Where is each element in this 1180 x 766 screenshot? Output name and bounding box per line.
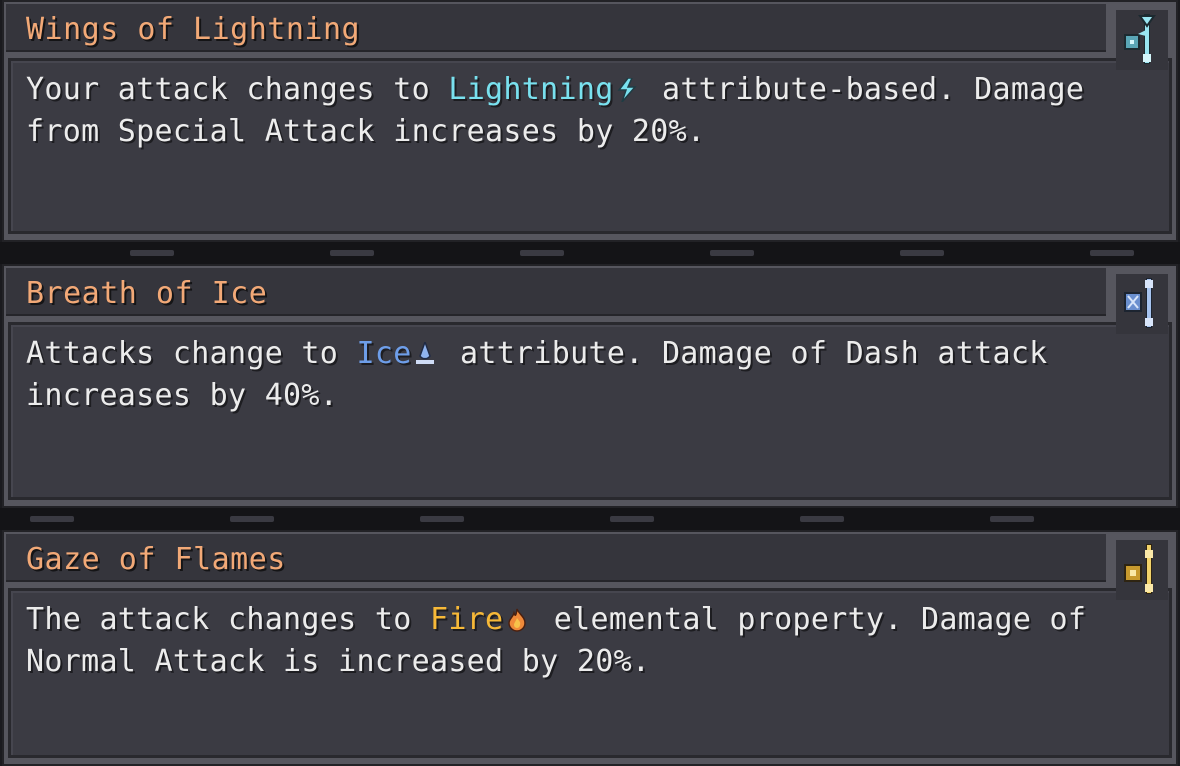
card-title: Wings of Lightning xyxy=(26,12,361,47)
flame-gaze-rune-icon xyxy=(1116,540,1168,600)
divider-notch xyxy=(990,516,1034,522)
divider-notch xyxy=(30,516,74,522)
card-title: Breath of Ice xyxy=(26,276,268,311)
card-description: Attacks change to Ice attribute. Damage … xyxy=(26,334,1106,415)
ice-breath-rune-icon xyxy=(1116,274,1168,334)
desc-text-before: Attacks change to xyxy=(26,336,357,371)
lightning-bolt-icon xyxy=(616,73,638,112)
card-divider xyxy=(0,242,1180,264)
ice-drop-icon xyxy=(414,337,436,376)
card-breath-of-ice[interactable]: Breath of Ice Attacks change to Ice attr… xyxy=(0,264,1180,508)
upgrade-card-list: Wings of Lightning Your attack changes t… xyxy=(0,0,1180,766)
desc-text-before: The attack changes to xyxy=(26,602,430,637)
divider-notch xyxy=(420,516,464,522)
divider-notch xyxy=(130,250,174,256)
card-description: Your attack changes to Lightning attribu… xyxy=(26,70,1106,151)
fire-flame-icon xyxy=(505,603,529,642)
divider-notch xyxy=(330,250,374,256)
card-description: The attack changes to Fire elemental pro… xyxy=(26,600,1106,681)
keyword-fire: Fire xyxy=(429,602,504,637)
card-title: Gaze of Flames xyxy=(26,542,286,577)
card-divider xyxy=(0,508,1180,530)
keyword-lightning: Lightning xyxy=(448,72,614,107)
keyword-ice: Ice xyxy=(356,336,412,371)
card-wings-of-lightning[interactable]: Wings of Lightning Your attack changes t… xyxy=(0,0,1180,242)
divider-notch xyxy=(230,516,274,522)
desc-text-before: Your attack changes to xyxy=(26,72,449,107)
divider-notch xyxy=(710,250,754,256)
divider-notch xyxy=(610,516,654,522)
card-gaze-of-flames[interactable]: Gaze of Flames The attack changes to Fir… xyxy=(0,530,1180,766)
divider-notch xyxy=(900,250,944,256)
lightning-wing-rune-icon xyxy=(1116,10,1168,70)
divider-notch xyxy=(520,250,564,256)
divider-notch xyxy=(1090,250,1134,256)
divider-notch xyxy=(800,516,844,522)
